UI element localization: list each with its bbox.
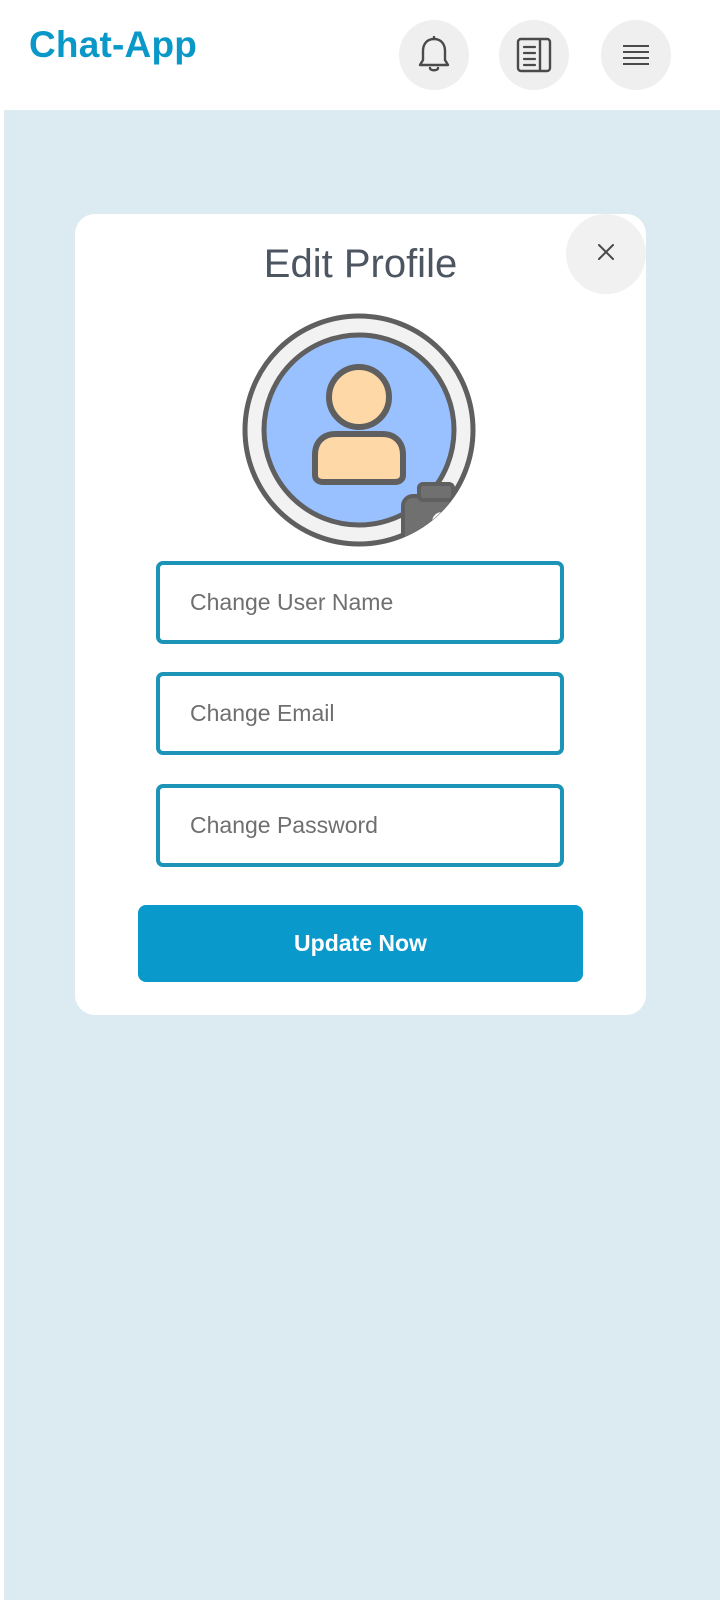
menu-button[interactable] (601, 20, 671, 90)
reading-list-button[interactable] (499, 20, 569, 90)
book-icon (516, 37, 552, 73)
update-button[interactable]: Update Now (138, 905, 583, 982)
password-field[interactable] (156, 784, 564, 867)
bell-icon (417, 36, 451, 74)
app-title[interactable]: Chat-App (29, 24, 197, 66)
menu-icon (621, 43, 651, 67)
email-field[interactable] (156, 672, 564, 755)
edit-profile-modal: Edit Profile Update Now (75, 214, 646, 1015)
username-field[interactable] (156, 561, 564, 644)
user-avatar-icon (242, 313, 476, 547)
notifications-button[interactable] (399, 20, 469, 90)
modal-title: Edit Profile (263, 242, 458, 286)
avatar-upload[interactable] (239, 310, 479, 550)
app-header: Chat-App (0, 0, 720, 110)
